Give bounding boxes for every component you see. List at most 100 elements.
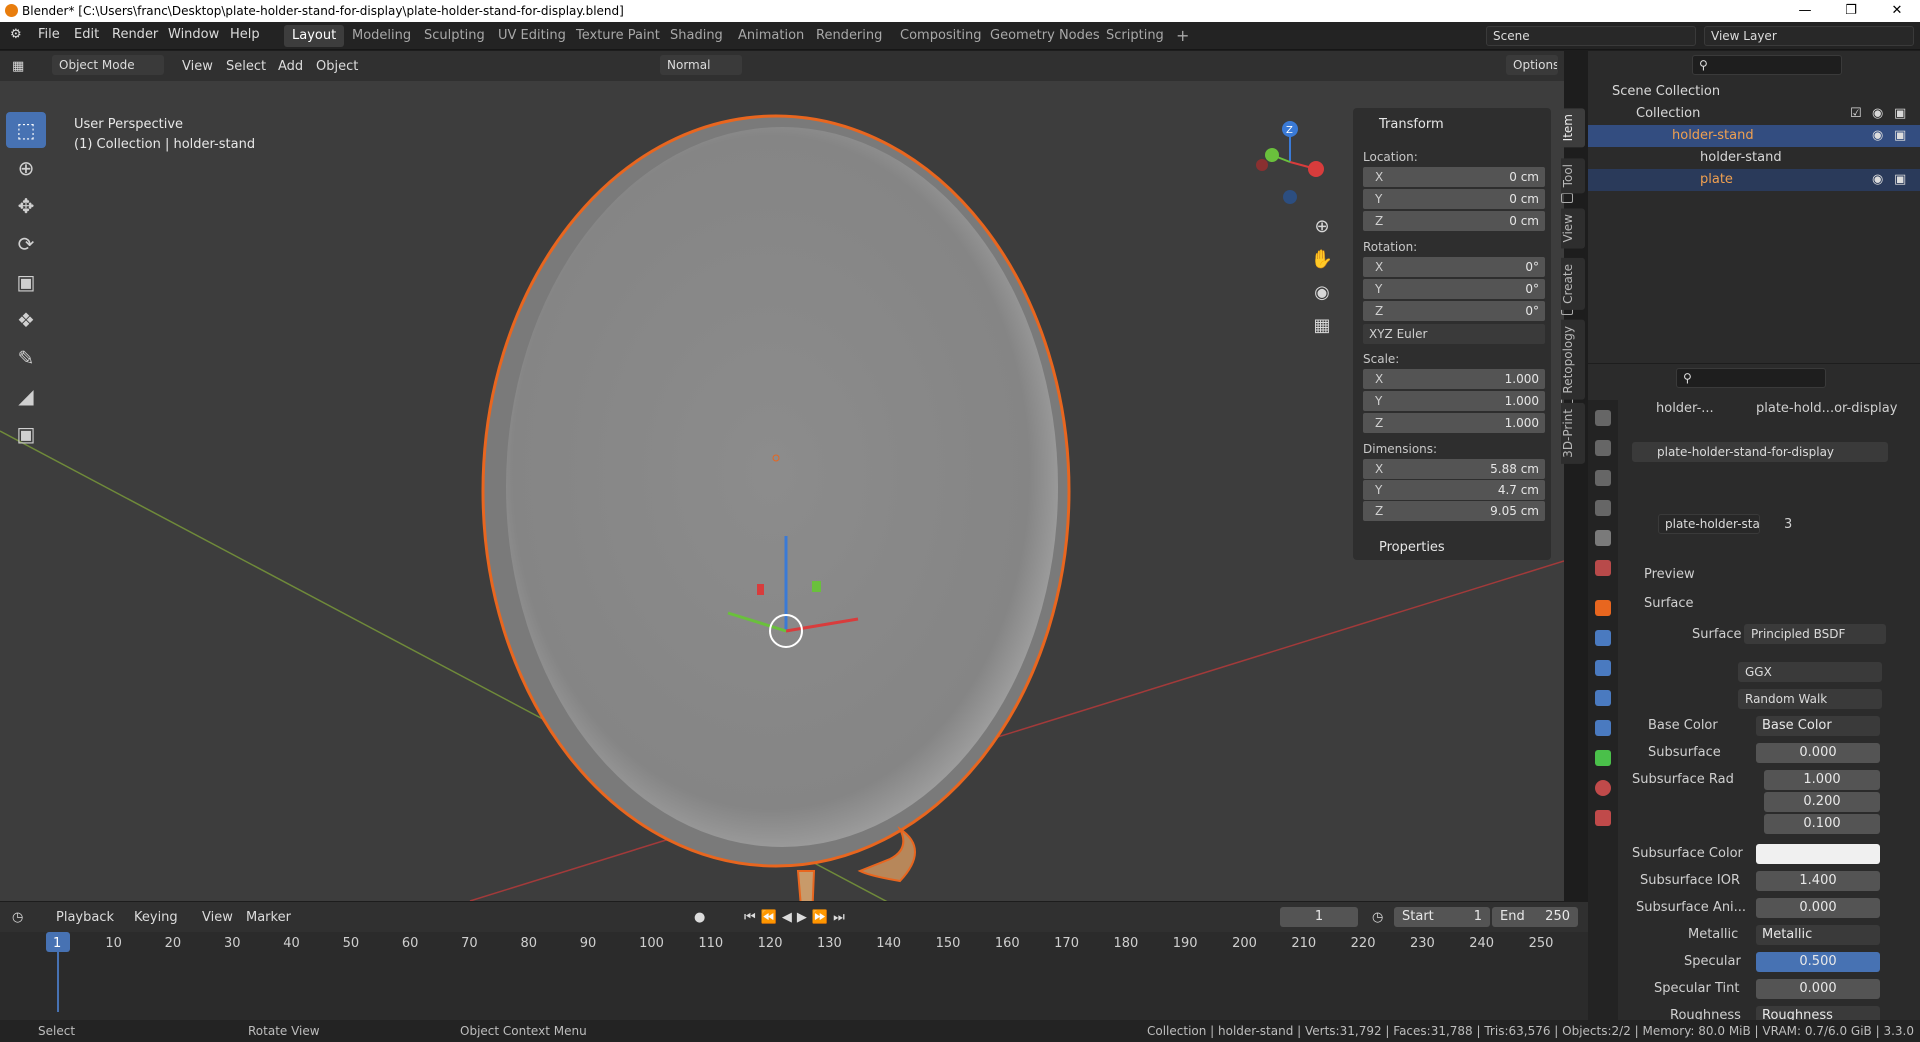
tab-modeling[interactable]: Modeling (344, 25, 419, 47)
subsurface-radius-y-field[interactable]: 0.200 (1764, 792, 1880, 812)
subsurface-radius-x-field[interactable]: 1.000 (1764, 770, 1880, 790)
camera-icon[interactable]: ◉ (1310, 276, 1334, 309)
menu-help[interactable]: Help (230, 27, 260, 42)
material-properties-icon[interactable] (1595, 780, 1611, 796)
location-y-field[interactable]: Y0 cm (1363, 189, 1573, 209)
viewport-menu-object[interactable]: Object (316, 57, 358, 77)
menu-window[interactable]: Window (168, 27, 219, 42)
measure-tool-icon[interactable]: ◢ (6, 378, 46, 414)
particle-properties-icon[interactable] (1595, 660, 1611, 676)
tool-properties-icon[interactable] (1595, 410, 1611, 426)
rotation-x-field[interactable]: X 0° (1363, 257, 1573, 277)
dimension-y-field[interactable]: Y 4.7 cm (1363, 480, 1545, 500)
tab-retopology[interactable]: Retopology (1561, 320, 1585, 400)
material-name-field[interactable]: plate-holder-stan... (1658, 514, 1760, 534)
add-workspace-icon[interactable]: + (1168, 25, 1197, 47)
playback-controls[interactable]: ⏮⏪◀▶⏩⏭ (744, 908, 850, 928)
annotate-tool-icon[interactable]: ✎ (6, 340, 46, 376)
data-properties-icon[interactable] (1595, 750, 1611, 766)
menu-file[interactable]: File (38, 27, 60, 42)
preview-section[interactable]: Preview (1644, 567, 1695, 582)
outliner-search-input[interactable]: ⚲ (1692, 55, 1842, 75)
render-properties-icon[interactable] (1595, 440, 1611, 456)
mode-selector[interactable]: Object Mode (52, 55, 164, 75)
modifier-properties-icon[interactable] (1595, 630, 1611, 646)
output-properties-icon[interactable] (1595, 470, 1611, 486)
pan-hand-icon[interactable]: ✋ (1310, 243, 1334, 276)
options-button[interactable]: Options (1506, 55, 1558, 75)
specular-field[interactable]: 0.500 (1756, 952, 1880, 972)
minimize-button[interactable]: — (1782, 0, 1828, 22)
view-layer-selector[interactable]: View Layer (1704, 26, 1914, 46)
transform-tool-icon[interactable]: ❖ (6, 302, 46, 338)
timeline-menu-playback[interactable]: Playback (56, 908, 114, 928)
add-cube-tool-icon[interactable]: ▣ (6, 416, 46, 452)
rotation-mode-selector[interactable]: XYZ Euler (1363, 324, 1545, 344)
zoom-icon[interactable]: ⊕ (1310, 210, 1334, 243)
location-z-field[interactable]: Z0 cm (1363, 211, 1573, 231)
surface-shader-selector[interactable]: Principled BSDF (1744, 624, 1886, 644)
surface-section[interactable]: Surface (1644, 596, 1694, 611)
tab-animation[interactable]: Animation (730, 25, 812, 47)
properties-header[interactable]: Properties (1379, 540, 1445, 555)
scale-tool-icon[interactable]: ▣ (6, 264, 46, 300)
subsurface-field[interactable]: 0.000 (1756, 743, 1880, 763)
select-box-tool-icon[interactable]: ⬚ (6, 112, 46, 148)
outliner-scene-collection[interactable]: Scene Collection (1588, 81, 1920, 103)
end-frame-field[interactable]: End 250 (1492, 907, 1578, 927)
rotation-y-field[interactable]: Y 0° (1363, 279, 1573, 299)
outliner-plate[interactable]: plate ◉ ▣ (1588, 169, 1920, 191)
base-color-link[interactable]: Base Color (1756, 716, 1880, 736)
tab-view[interactable]: View (1561, 208, 1585, 249)
material-slot-item[interactable]: plate-holder-stand-for-display (1632, 442, 1888, 462)
dimension-x-field[interactable]: X 5.88 cm (1363, 459, 1545, 479)
tab-3d-print[interactable]: 3D-Print (1561, 403, 1585, 464)
tab-texture-paint[interactable]: Texture Paint (568, 25, 668, 47)
tab-rendering[interactable]: Rendering (808, 25, 890, 47)
start-frame-field[interactable]: Start 1 (1394, 907, 1490, 927)
record-icon[interactable]: ● (694, 908, 705, 928)
maximize-button[interactable]: ❐ (1828, 0, 1874, 22)
orientation-selector[interactable]: Normal (660, 55, 742, 75)
distribution-selector[interactable]: GGX (1738, 662, 1882, 682)
tab-tool[interactable]: Tool (1561, 158, 1585, 194)
texture-properties-icon[interactable] (1595, 810, 1611, 826)
rotation-z-field[interactable]: Z 0° (1363, 301, 1573, 321)
outliner-holder-stand[interactable]: holder-stand ◉ ▣ (1588, 125, 1920, 147)
object-properties-icon[interactable] (1595, 600, 1611, 616)
timeline-menu-view[interactable]: View (202, 908, 233, 928)
scene-properties-icon[interactable] (1595, 530, 1611, 546)
scene-selector[interactable]: Scene (1486, 26, 1696, 46)
move-tool-icon[interactable]: ✥ (6, 188, 46, 224)
tab-compositing[interactable]: Compositing (892, 25, 990, 47)
navigation-gizmo[interactable]: Z (1250, 117, 1330, 207)
close-window-button[interactable]: ✕ (1874, 0, 1920, 22)
timeline-menu-marker[interactable]: Marker (246, 908, 291, 928)
subsurface-color-swatch[interactable] (1756, 844, 1880, 864)
physics-properties-icon[interactable] (1595, 690, 1611, 706)
timeline-menu-keying[interactable]: Keying (134, 908, 178, 928)
subsurface-method-selector[interactable]: Random Walk (1738, 689, 1882, 709)
viewport-menu-add[interactable]: Add (278, 57, 303, 77)
tab-item[interactable]: Item (1561, 108, 1585, 148)
outliner-collection[interactable]: Collection ☑ ◉ ▣ (1588, 103, 1920, 125)
transform-header[interactable]: Transform (1379, 117, 1444, 132)
specular-tint-field[interactable]: 0.000 (1756, 979, 1880, 999)
metallic-link[interactable]: Metallic (1756, 925, 1880, 945)
scale-y-field[interactable]: Y 1.000 (1363, 391, 1573, 411)
cursor-tool-icon[interactable]: ⊕ (6, 150, 46, 186)
viewport-menu-select[interactable]: Select (226, 57, 266, 77)
location-x-field[interactable]: X0 cm (1363, 167, 1573, 187)
editor-type-icon[interactable]: ▦ (12, 57, 24, 77)
timeline-editor-type-icon[interactable]: ◷ (12, 908, 23, 928)
blender-menu-icon[interactable]: ⚙ (10, 27, 22, 42)
menu-edit[interactable]: Edit (74, 27, 99, 42)
outliner-holder-stand-mesh[interactable]: holder-stand (1588, 147, 1920, 169)
subsurface-anisotropy-field[interactable]: 0.000 (1756, 898, 1880, 918)
world-properties-icon[interactable] (1595, 560, 1611, 576)
scale-x-field[interactable]: X 1.000 (1363, 369, 1573, 389)
subsurface-ior-field[interactable]: 1.400 (1756, 871, 1880, 891)
grid-icon[interactable]: ▦ (1310, 309, 1334, 342)
subsurface-radius-z-field[interactable]: 0.100 (1764, 814, 1880, 834)
properties-search-input[interactable]: ⚲ (1676, 368, 1826, 388)
